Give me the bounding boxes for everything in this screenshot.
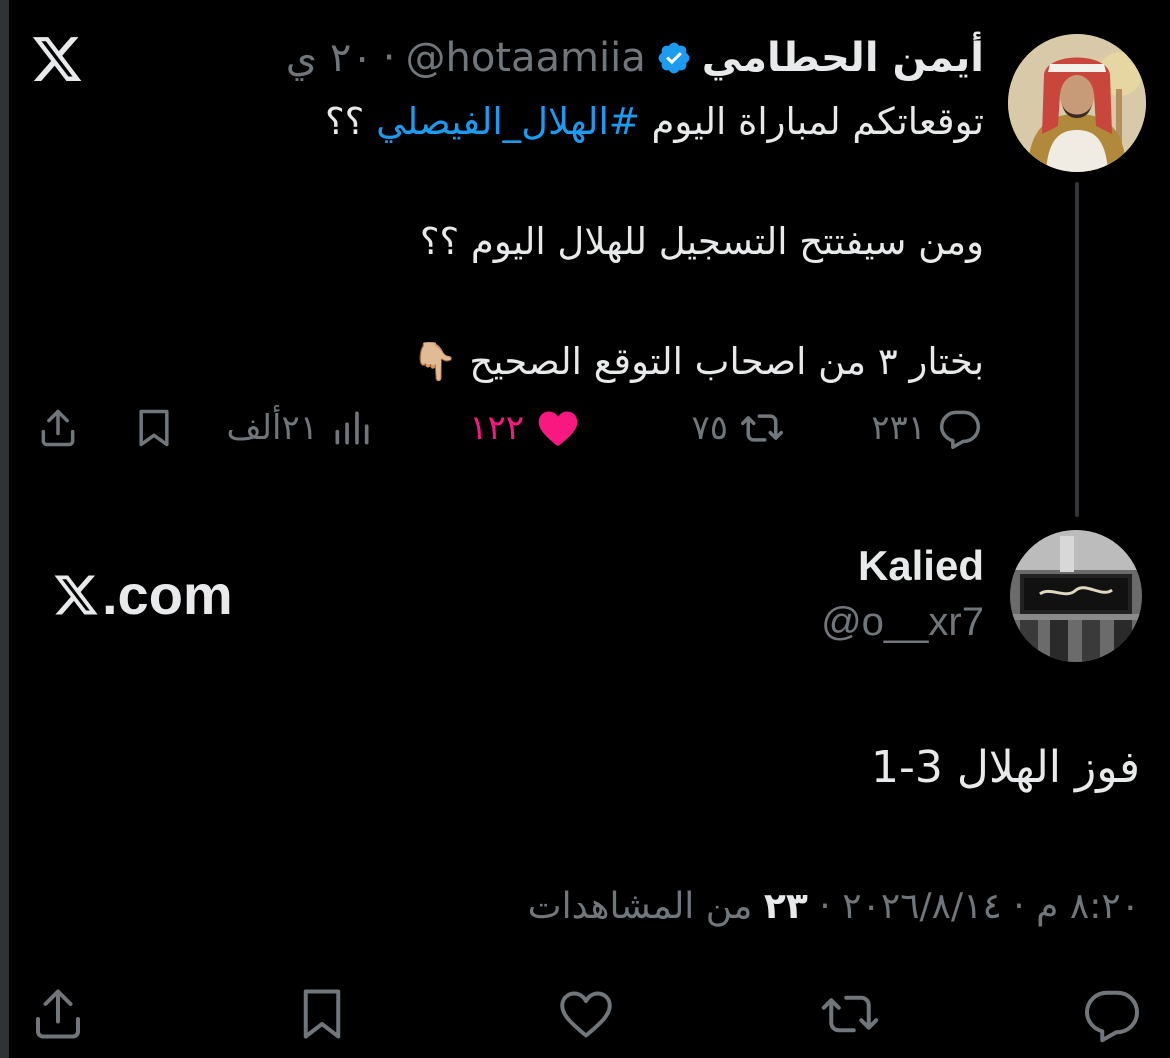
- reply-views-count: ٢٣: [763, 886, 808, 927]
- repost-button[interactable]: ٧٥: [691, 398, 784, 458]
- bookmark-button[interactable]: [292, 984, 352, 1044]
- reply-text: فوز الهلال 3-1: [870, 742, 1140, 793]
- share-button[interactable]: [28, 984, 88, 1044]
- like-button[interactable]: ١٢٢: [469, 398, 580, 458]
- left-border: [0, 0, 9, 1058]
- reply-button[interactable]: ٢٣١: [871, 398, 982, 458]
- hashtag-link[interactable]: #الهلال_الفيصلي: [376, 100, 640, 143]
- repost-icon: [741, 414, 783, 442]
- author-avatar[interactable]: [1008, 34, 1146, 172]
- tweet-actions: ٢٣١ ٧٥ ١٢٢ ٢١ألف: [0, 398, 1170, 458]
- tweet-header: أيمن الحطامي @hotaamiia · ٢٠ ي: [286, 30, 984, 86]
- bookmark-icon: [139, 409, 169, 447]
- reply-button[interactable]: [1082, 984, 1142, 1044]
- tweet-text-line: بختار ٣ من اصحاب التوقع الصحيح 👇🏼: [411, 340, 984, 383]
- thread-line: [1075, 182, 1079, 517]
- repost-button[interactable]: [820, 984, 880, 1044]
- reply-views-label: من المشاهدات: [527, 886, 764, 927]
- author-handle[interactable]: @hotaamiia: [406, 35, 646, 81]
- views-button[interactable]: ٢١ألف: [226, 398, 374, 458]
- xcom-watermark: .com: [52, 562, 233, 627]
- reply-author-avatar[interactable]: [1010, 530, 1142, 662]
- reply-actions: [0, 980, 1170, 1050]
- reply-meta: ٨:٢٠ م · ٢٠٢٦/٨/١٤ · ٢٣ من المشاهدات: [528, 886, 1140, 927]
- reply-author-name[interactable]: Kalied: [858, 542, 984, 590]
- repost-count: ٧٥: [691, 408, 728, 448]
- reply-icon: [939, 410, 981, 449]
- reply-icon: [1085, 990, 1139, 1043]
- share-button[interactable]: [36, 398, 80, 458]
- bookmark-icon: [303, 989, 341, 1039]
- tweet-text-line: ومن سيفتتح التسجيل للهلال اليوم ؟؟: [419, 220, 984, 263]
- author-name[interactable]: أيمن الحطامي: [702, 35, 984, 81]
- tweet-text-part: توقعاتكم لمباراة اليوم: [639, 100, 985, 143]
- watermark-text: .com: [102, 563, 233, 626]
- bookmark-button[interactable]: [132, 398, 176, 458]
- reply-count: ٢٣١: [871, 408, 926, 448]
- views-count: ٢١ألف: [226, 408, 318, 448]
- share-icon: [36, 989, 80, 1039]
- tweet-text: توقعاتكم لمباراة اليوم #الهلال_الفيصلي ؟…: [224, 92, 984, 392]
- x-logo-icon[interactable]: [30, 32, 84, 86]
- like-count: ١٢٢: [469, 408, 524, 448]
- heart-filled-icon: [538, 411, 578, 446]
- x-logo-icon: [54, 575, 98, 614]
- tweet-time[interactable]: ٢٠ ي: [286, 35, 373, 81]
- repost-icon: [821, 995, 879, 1033]
- verified-badge-icon: [656, 40, 692, 76]
- separator-dot: ·: [382, 35, 396, 81]
- heart-icon: [560, 991, 612, 1038]
- share-icon: [41, 409, 75, 447]
- reply-datetime[interactable]: ٨:٢٠ م · ٢٠٢٦/٨/١٤ ·: [808, 886, 1140, 927]
- like-button[interactable]: [556, 984, 616, 1044]
- tweet-text-part: ؟؟: [325, 100, 377, 143]
- reply-author-handle[interactable]: @o__xr7: [821, 600, 984, 645]
- views-icon: [335, 411, 369, 445]
